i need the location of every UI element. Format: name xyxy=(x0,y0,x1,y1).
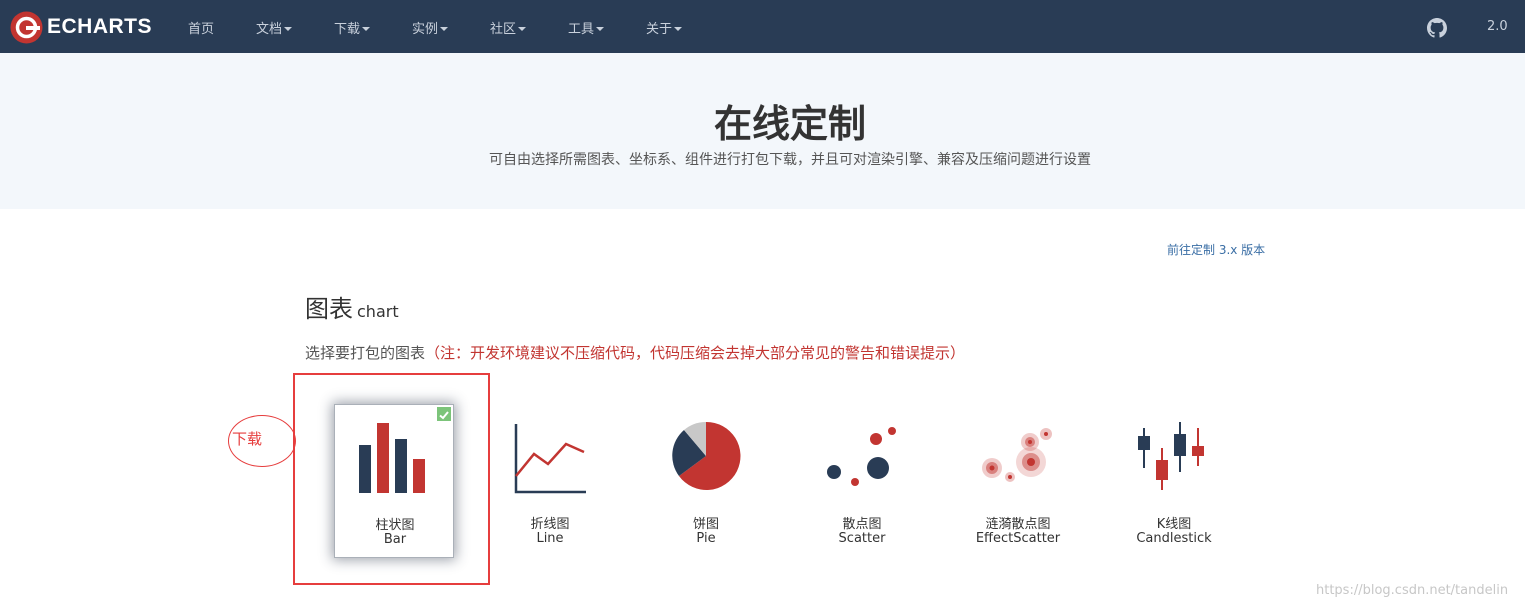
chevron-down-icon xyxy=(284,26,293,31)
nav-about[interactable]: 关于 xyxy=(646,18,683,37)
chart-option-zh: 饼图 xyxy=(692,517,719,532)
chart-option-bar[interactable]: 柱状图 Bar xyxy=(334,404,454,558)
watermark: https://blog.csdn.net/tandelin xyxy=(1316,583,1509,598)
echarts-logo[interactable]: ECHARTS xyxy=(10,10,152,44)
check-icon xyxy=(437,407,451,421)
effect-scatter-icon xyxy=(982,428,1052,482)
section-title-zh: 图表 xyxy=(305,295,353,323)
line-chart-icon xyxy=(514,424,586,494)
hero-banner: 在线定制 可自由选择所需图表、坐标系、组件进行打包下载，并且可对渲染引擎、兼容及… xyxy=(0,53,1525,209)
chart-option-en: EffectScatter xyxy=(975,531,1061,546)
nav-tools-label: 工具 xyxy=(568,22,595,37)
nav-home[interactable]: 首页 xyxy=(188,18,214,37)
nav-examples[interactable]: 实例 xyxy=(412,18,449,37)
chart-option-en: Candlestick xyxy=(1136,531,1212,546)
logo-text: ECHARTS xyxy=(47,15,153,38)
chevron-down-icon xyxy=(440,26,449,31)
nav-docs[interactable]: 文档 xyxy=(256,18,293,37)
github-icon[interactable] xyxy=(1427,18,1447,38)
nav-about-label: 关于 xyxy=(646,22,673,37)
nav-community[interactable]: 社区 xyxy=(490,18,527,37)
bar-chart-icon xyxy=(359,423,425,493)
chart-option-zh: 折线图 xyxy=(530,517,570,532)
section-description: 选择要打包的图表（注：开发环境建议不压缩代码，代码压缩会去掉大部分常见的警告和错… xyxy=(305,342,965,363)
chart-option-candlestick[interactable]: K线图 Candlestick xyxy=(1114,404,1234,558)
scatter-chart-icon xyxy=(827,427,896,486)
chart-option-en: Pie xyxy=(696,531,716,546)
nav-examples-label: 实例 xyxy=(412,22,439,37)
chart-option-zh: 涟漪散点图 xyxy=(985,517,1051,532)
chart-option-pie[interactable]: 饼图 Pie xyxy=(646,404,766,558)
chart-option-zh: 柱状图 xyxy=(375,518,415,533)
page-title: 在线定制 xyxy=(713,102,866,146)
chart-option-en: Bar xyxy=(383,532,407,547)
chart-option-zh: 散点图 xyxy=(842,517,882,532)
page-subtitle: 可自由选择所需图表、坐标系、组件进行打包下载，并且可对渲染引擎、兼容及压缩问题进… xyxy=(489,152,1091,168)
chart-option-en: Scatter xyxy=(838,531,886,546)
custom-3x-link[interactable]: 前往定制 3.x 版本 xyxy=(1167,241,1265,258)
chevron-down-icon xyxy=(518,26,527,31)
nav-tools[interactable]: 工具 xyxy=(568,18,605,37)
pie-chart-icon xyxy=(672,421,741,490)
version-switch[interactable]: 2.0 xyxy=(1487,19,1508,34)
chart-option-en: Line xyxy=(536,531,564,546)
chevron-down-icon xyxy=(596,26,605,31)
nav-docs-label: 文档 xyxy=(256,22,283,37)
section-desc-text: 选择要打包的图表 xyxy=(305,344,426,362)
nav-download[interactable]: 下载 xyxy=(334,18,371,37)
annotation-label: 下载 xyxy=(232,430,263,448)
top-navbar: ECHARTS 首页 文档 下载 实例 社区 工具 关于 2.0 xyxy=(0,0,1525,53)
chevron-down-icon xyxy=(674,26,683,31)
chart-option-line[interactable]: 折线图 Line xyxy=(490,404,610,558)
chart-option-zh: K线图 xyxy=(1156,517,1192,532)
section-title-en: chart xyxy=(357,302,399,321)
chevron-down-icon xyxy=(362,26,371,31)
echarts-logo-icon xyxy=(10,11,43,43)
nav-home-label: 首页 xyxy=(188,22,215,37)
section-desc-note: （注：开发环境建议不压缩代码，代码压缩会去掉大部分常见的警告和错误提示） xyxy=(425,344,966,362)
candlestick-icon xyxy=(1138,422,1204,490)
chart-option-effect-scatter[interactable]: 涟漪散点图 EffectScatter xyxy=(958,404,1078,558)
nav-community-label: 社区 xyxy=(490,22,517,37)
section-title: 图表 chart xyxy=(305,289,399,324)
nav-download-label: 下载 xyxy=(334,22,361,37)
chart-option-scatter[interactable]: 散点图 Scatter xyxy=(802,404,922,558)
